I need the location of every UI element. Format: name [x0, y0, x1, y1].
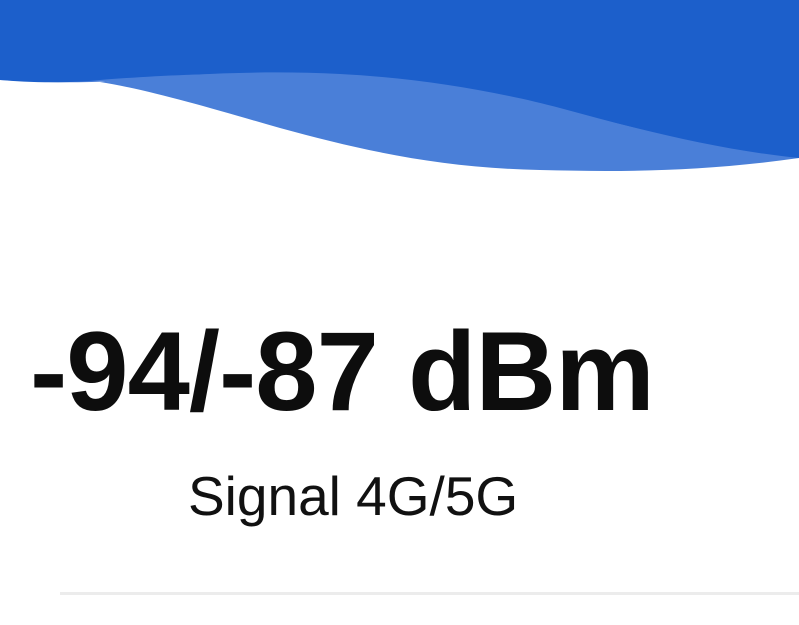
signal-strength-value: -94/-87 dBm [30, 309, 655, 434]
header-wave-banner [0, 0, 799, 171]
signal-screen: -94/-87 dBm Signal 4G/5G [0, 0, 799, 625]
signal-type-label: Signal 4G/5G [188, 465, 519, 527]
divider [60, 592, 799, 595]
